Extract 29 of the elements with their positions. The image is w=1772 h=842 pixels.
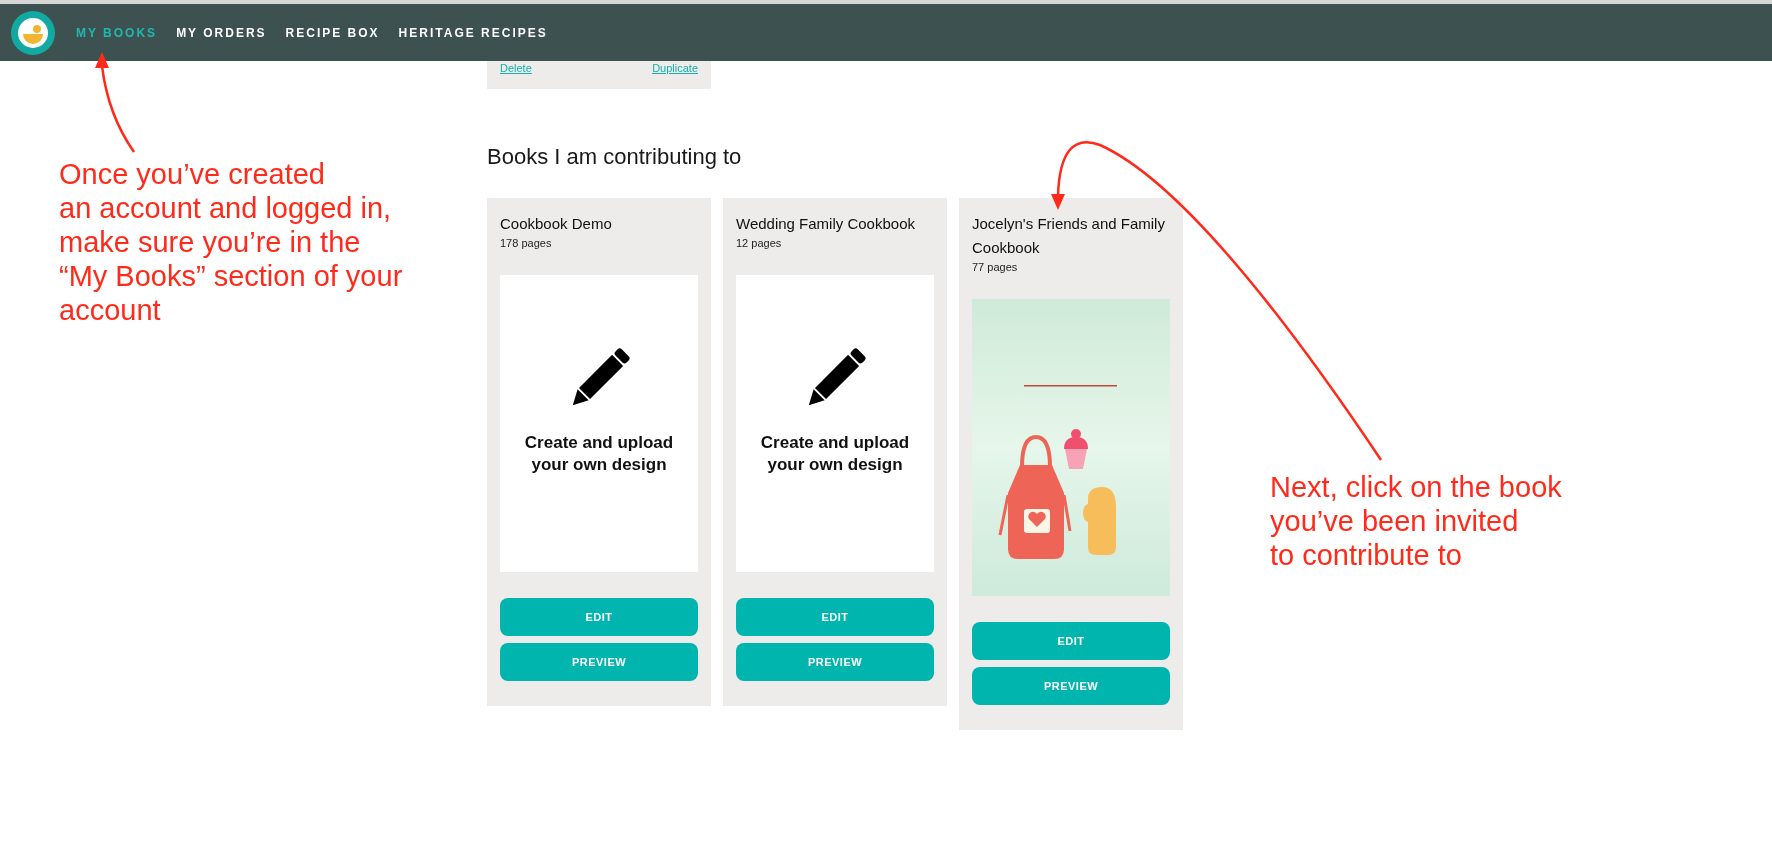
cover-placeholder[interactable]: Create and upload your own design [500, 275, 698, 572]
nav-link[interactable]: MY BOOKS [76, 25, 158, 40]
card-link[interactable]: Duplicate [652, 62, 698, 74]
preview-button[interactable]: PREVIEW [500, 643, 698, 681]
book-card[interactable]: Cookbook Demo 178 pages Create and upload your own design EDIT PREVIEW [487, 198, 711, 706]
page-count: 12 pages [736, 237, 782, 249]
book-card[interactable]: Wedding Family Cookbook 12 pages Create and upload your own design EDIT PREVIEW [723, 198, 947, 706]
section-heading: Books I am contributing to [487, 144, 743, 170]
book-card[interactable]: Jocelyn's Friends and Family Cookbook 77 pages EDIT PREVIEW [959, 198, 1183, 730]
book-title: Cookbook Demo [500, 214, 613, 234]
logo-icon[interactable] [10, 9, 56, 56]
cover-caption: Create and upload your own design [523, 432, 675, 476]
page-count: 77 pages [972, 261, 1018, 273]
nav-link[interactable]: MY ORDERS [176, 25, 267, 40]
nav-link[interactable]: HERITAGE RECIPES [398, 25, 548, 40]
card-link[interactable]: Delete [500, 62, 532, 74]
edit-button[interactable]: EDIT [972, 622, 1170, 660]
edit-button[interactable]: EDIT [736, 598, 934, 636]
book-title: Jocelyn's Friends and Family Cookbook [972, 214, 1166, 258]
book-title: Wedding Family Cookbook [736, 214, 916, 234]
cover-placeholder[interactable]: Create and upload your own design [736, 275, 934, 572]
nav-link[interactable]: RECIPE BOX [285, 25, 380, 40]
edit-button[interactable]: EDIT [500, 598, 698, 636]
annotation-text: Once you’ve created an account and logged in, make sure you’re in the “My Books” section of your account [59, 157, 403, 327]
annotation-text: Next, click on the book you’ve been invited to contribute to [1270, 470, 1562, 572]
page-count: 178 pages [500, 237, 552, 249]
cover-caption: Create and upload your own design [759, 432, 911, 476]
preview-button[interactable]: PREVIEW [736, 643, 934, 681]
preview-button[interactable]: PREVIEW [972, 667, 1170, 705]
